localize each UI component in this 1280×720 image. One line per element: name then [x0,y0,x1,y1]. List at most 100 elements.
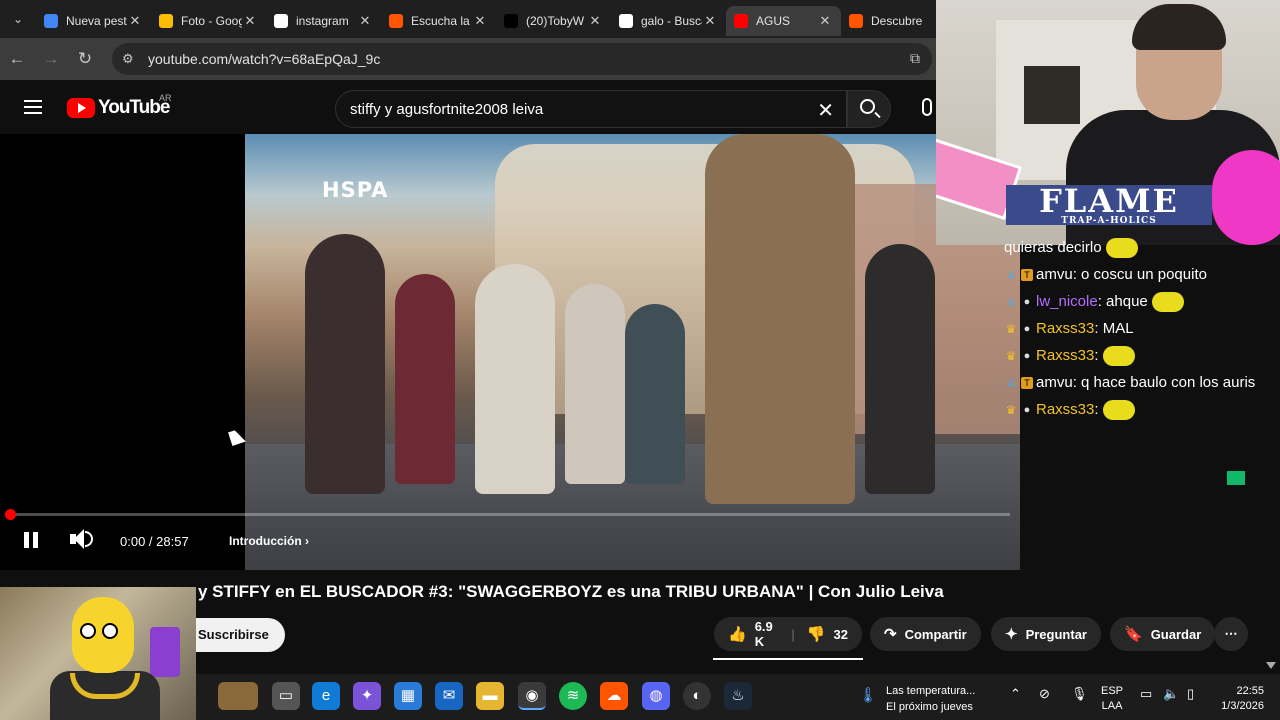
clear-search-icon[interactable]: ✕ [817,98,834,123]
chapter-button[interactable]: Introducción › [229,534,309,548]
search-query[interactable]: stiffy y agusfortnite2008 leiva [350,101,543,118]
url-text[interactable]: youtube.com/watch?v=68aEpQaJ_9c [148,51,380,67]
edge-icon[interactable]: e [312,682,340,710]
like-count[interactable]: 6.9 K [755,619,780,649]
country-code: AR [159,93,172,103]
homer-overlay [0,587,196,720]
close-tab-icon[interactable]: ✕ [702,13,718,29]
progress-bar[interactable] [5,509,1010,520]
video-frame[interactable]: HSPA [245,134,1020,570]
chat-emote-icon [1151,291,1184,312]
widgets-icon[interactable] [218,682,258,710]
menu-icon[interactable] [24,100,42,114]
scroll-down-arrow-icon[interactable] [1266,662,1276,669]
chrome-icon [44,14,58,28]
chat-message: ⚔ Tamvu: o coscu un poquito [1004,261,1280,288]
browser-tab[interactable]: instagram ✕ [266,6,381,36]
close-tab-icon[interactable]: ✕ [127,13,143,29]
person-shape [305,234,385,494]
person-shape [865,244,935,494]
soundcloud-icon [389,14,403,28]
flame-banner: FLAME TRAP-A-HOLICS [1006,185,1212,225]
back-icon[interactable]: ← [0,49,34,69]
omnibox[interactable]: ⚙ youtube.com/watch?v=68aEpQaJ_9c ⧉ [112,43,932,75]
lang-bottom: LAA [1101,700,1123,712]
voice-search-icon[interactable] [922,98,932,116]
language-indicator[interactable]: ESP LAA [1101,684,1123,714]
pause-icon[interactable] [24,532,38,548]
forward-icon[interactable]: → [34,49,68,69]
share-button[interactable]: ↷ Compartir [870,617,981,651]
dislike-icon[interactable]: 👎 [807,625,826,643]
subscriber-badge-icon: T [1021,268,1033,281]
close-tab-icon[interactable]: ✕ [242,13,258,29]
close-tab-icon[interactable]: ✕ [817,13,833,29]
youtube-icon [734,14,748,28]
search-icon [860,99,875,114]
close-tab-icon[interactable]: ✕ [587,13,603,29]
video-player[interactable]: HSPA 0:00 / 28:57 Introducción › ▭ ⚙ ▣ ⤡ [0,134,1020,570]
like-icon[interactable]: 👍 [728,625,747,643]
browser-tab[interactable]: galo - Buscar✕ [611,6,726,36]
tab-title: (20)TobyW [526,14,585,28]
person-shape [475,264,555,494]
weather-icon[interactable]: 🌡 [854,682,882,710]
chrome-icon[interactable]: ◉ [518,682,546,710]
spotify-icon[interactable]: ≋ [559,682,587,710]
scrubber-handle[interactable] [5,509,16,520]
steam-icon[interactable]: ♨ [724,682,752,710]
chat-message: quieras decirlo [1004,234,1280,261]
chat-message: ♛ ● Raxss33: MAL [1004,315,1280,342]
browser-tab[interactable]: (20)TobyW ✕ [496,6,611,36]
outlook-icon[interactable]: ✉ [435,682,463,710]
share-label: Compartir [904,626,967,642]
chat-text: : o coscu un poquito [1072,265,1207,283]
chat-username: lw_nicole [1036,292,1098,310]
moderator-badge-icon: ⚔ [1005,294,1017,309]
install-app-icon[interactable]: ⧉ [910,50,920,67]
search-button[interactable] [847,90,891,128]
soundcloud-icon[interactable]: ☁ [600,682,628,710]
battery-icon[interactable]: ▯ [1187,686,1194,702]
browser-tab[interactable]: Nueva pestaña✕ [36,6,151,36]
subscribe-button[interactable]: Suscribirse [196,618,285,652]
display-icon[interactable]: ▭ [1140,686,1152,702]
volume-icon[interactable] [70,529,84,549]
mouse-cursor-icon [228,428,246,446]
save-button[interactable]: 🔖 Guardar [1110,617,1216,651]
site-info-icon[interactable]: ⚙ [122,51,140,67]
browser-tab[interactable]: Escucha la música✕ [381,6,496,36]
chat-text: : MAL [1094,319,1134,337]
search-input[interactable]: stiffy y agusfortnite2008 leiva ✕ [335,90,847,128]
discord-icon[interactable]: ◍ [642,682,670,710]
chat-username: Raxss33 [1036,400,1095,418]
flame-subtitle: TRAP-A-HOLICS [1061,216,1157,226]
obs-icon[interactable]: ◐ [683,682,711,710]
browser-tab[interactable]: AGUS ✕ [726,6,841,36]
volume-wave-icon [85,531,93,547]
close-tab-icon[interactable]: ✕ [357,13,373,29]
ask-button[interactable]: ✦ Preguntar [991,617,1101,651]
network-off-icon[interactable]: ⊘ [1039,686,1050,702]
chat-text: : [1094,400,1099,418]
weather-widget[interactable]: Las temperatura... El próximo jueves [886,683,975,715]
chat-emote-icon [1102,399,1135,420]
bookmark-icon: 🔖 [1124,626,1143,643]
reload-icon[interactable]: ↻ [68,49,102,69]
speaker-icon[interactable]: 🔈 [1163,686,1179,702]
microphone-icon[interactable]: 🎙 [1071,686,1088,702]
youtube-logo[interactable]: YouTube AR [67,93,172,119]
file-explorer-icon[interactable]: ▬ [476,682,504,710]
task-view-icon[interactable]: ▭ [272,682,300,710]
tray-chevron-icon[interactable]: ⌃ [1010,686,1021,702]
buddha-sticker [1212,150,1280,245]
more-actions-button[interactable]: ⋯ [1214,617,1248,651]
browser-tab[interactable]: Foto - Google Fotos✕ [151,6,266,36]
subscriber-badge-icon: T [1021,376,1033,389]
dislike-count[interactable]: 32 [834,627,848,642]
tab-search-icon[interactable]: ⌄ [0,0,36,38]
store-icon[interactable]: ▦ [394,682,422,710]
close-tab-icon[interactable]: ✕ [472,13,488,29]
system-clock[interactable]: 22:55 1/3/2026 [1214,684,1264,714]
copilot-icon[interactable]: ✦ [353,682,381,710]
